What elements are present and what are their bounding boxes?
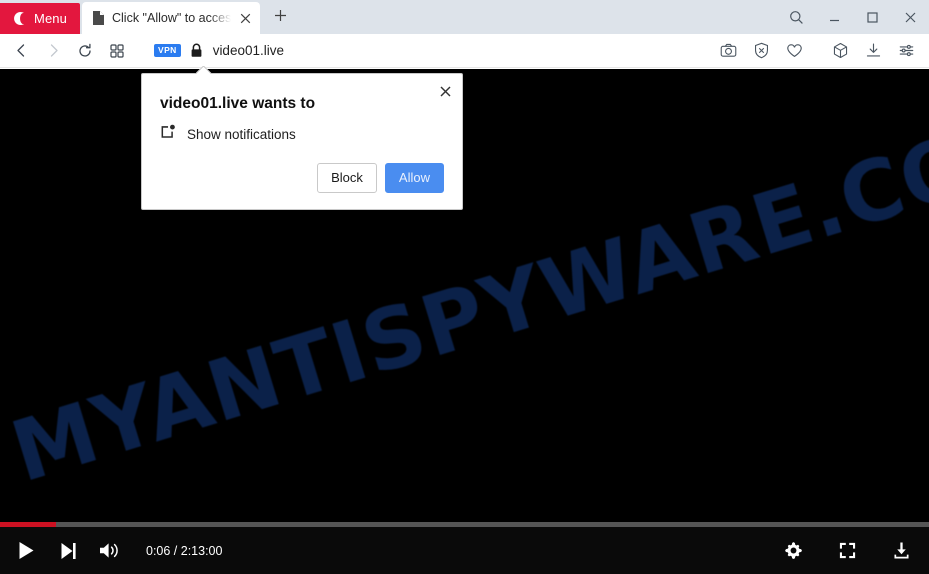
vpn-badge[interactable]: VPN <box>154 44 181 57</box>
gear-icon[interactable] <box>779 537 807 565</box>
tab-bar: Menu Click "Allow" to acces <box>0 0 929 34</box>
dialog-actions: Block Allow <box>142 145 462 209</box>
speed-dial-icon[interactable] <box>102 36 132 66</box>
plus-icon <box>274 9 287 27</box>
maximize-icon[interactable] <box>853 0 891 34</box>
block-button[interactable]: Block <box>317 163 377 193</box>
video-player-controls: 0:06 / 2:13:00 <box>0 522 929 574</box>
tab-close-icon[interactable] <box>235 8 255 28</box>
permission-label: Show notifications <box>187 127 296 142</box>
volume-high-icon[interactable] <box>96 537 124 565</box>
window-controls <box>777 0 929 34</box>
cube-icon[interactable] <box>825 36 855 66</box>
tab-title: Click "Allow" to acces <box>112 11 232 25</box>
shield-x-icon[interactable] <box>746 36 776 66</box>
browser-toolbar: VPN video01.live <box>0 34 929 68</box>
new-tab-button[interactable] <box>266 4 294 32</box>
controls-left: 0:06 / 2:13:00 <box>12 537 222 565</box>
site-watermark: MYANTISPYWARE.COM <box>0 90 929 502</box>
opera-menu-label: Menu <box>34 11 67 26</box>
notification-icon <box>160 124 176 145</box>
dialog-close-icon[interactable] <box>434 80 456 102</box>
camera-icon[interactable] <box>713 36 743 66</box>
opera-logo-icon <box>13 11 28 26</box>
download-icon[interactable] <box>887 537 915 565</box>
permission-row: Show notifications <box>160 124 444 145</box>
browser-tab[interactable]: Click "Allow" to acces <box>82 2 260 34</box>
controls-right <box>779 537 915 565</box>
page-icon <box>92 11 105 25</box>
address-bar[interactable]: VPN video01.live <box>154 37 713 65</box>
controls-row: 0:06 / 2:13:00 <box>0 527 929 574</box>
navigation-buttons <box>6 36 132 66</box>
fullscreen-icon[interactable] <box>833 537 861 565</box>
heart-icon[interactable] <box>779 36 809 66</box>
lock-icon[interactable] <box>190 43 203 58</box>
sliders-icon[interactable] <box>891 36 921 66</box>
tab-title-wrap: Click "Allow" to acces <box>112 9 235 27</box>
play-icon[interactable] <box>12 537 40 565</box>
opera-menu-button[interactable]: Menu <box>0 3 80 34</box>
dialog-pointer <box>196 66 212 74</box>
close-icon[interactable] <box>891 0 929 34</box>
allow-button[interactable]: Allow <box>384 163 444 193</box>
download-icon[interactable] <box>858 36 888 66</box>
back-arrow-icon[interactable] <box>6 36 36 66</box>
forward-arrow-icon <box>38 36 68 66</box>
next-track-icon[interactable] <box>54 537 82 565</box>
minimize-icon[interactable] <box>815 0 853 34</box>
toolbar-right-icons <box>713 36 921 66</box>
dialog-title: video01.live wants to <box>160 95 316 112</box>
time-display: 0:06 / 2:13:00 <box>146 543 223 558</box>
video-page: MYANTISPYWARE.COM 0:06 / 2:13:00 <box>0 69 929 574</box>
reload-icon[interactable] <box>70 36 100 66</box>
search-icon[interactable] <box>777 0 815 34</box>
notification-permission-dialog: video01.live wants to Show notifications… <box>141 73 463 210</box>
dialog-body: video01.live wants to Show notifications <box>142 74 462 145</box>
address-text: video01.live <box>212 43 284 58</box>
browser-window: Menu Click "Allow" to acces VPN video01.… <box>0 0 929 574</box>
